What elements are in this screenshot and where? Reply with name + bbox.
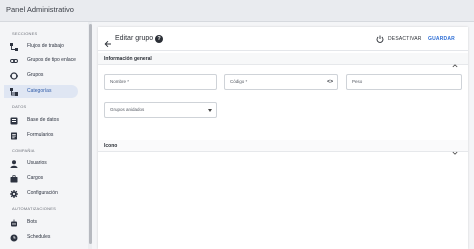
app-header: Panel Administrativo bbox=[0, 0, 474, 22]
dropdown-arrow-icon bbox=[208, 109, 212, 112]
codigo-field[interactable]: Código * <> bbox=[224, 74, 338, 90]
edit-group-panel: Editar grupo ? DESACTIVAR GUARDAR Inform… bbox=[98, 27, 468, 249]
sidebar-item-label: Configuración bbox=[27, 190, 58, 196]
clock-icon bbox=[10, 234, 18, 242]
codigo-placeholder: Código * bbox=[230, 79, 248, 84]
workflow-icon bbox=[10, 43, 18, 51]
grupos-anidados-select[interactable]: Grupos anidados bbox=[104, 102, 217, 118]
sidebar-item-label: Grupos de tipo enlace bbox=[27, 57, 76, 63]
section-label-secciones: SECCIONES bbox=[12, 31, 38, 36]
chevron-up-icon bbox=[452, 56, 458, 68]
icono-section-header[interactable]: Icono bbox=[98, 140, 468, 155]
sidebar-item-label: Usuarios bbox=[27, 160, 47, 166]
section-label-automatizaciones: AUTOMATIZACIONES bbox=[12, 206, 56, 211]
general-info-section-header[interactable]: Información general bbox=[98, 53, 468, 68]
sidebar-item-usuarios[interactable]: Usuarios bbox=[4, 157, 78, 170]
sidebar-item-formularios[interactable]: Formularios bbox=[4, 129, 78, 142]
sidebar-item-label: Flujos de trabajo bbox=[27, 43, 64, 49]
grupos-anidados-placeholder: Grupos anidados bbox=[110, 107, 145, 112]
peso-placeholder: Peso bbox=[352, 79, 363, 84]
code-icon[interactable]: <> bbox=[327, 79, 333, 85]
peso-field[interactable]: Peso bbox=[346, 74, 462, 90]
sidebar-item-label: Formularios bbox=[27, 132, 54, 138]
sidebar-item-grupos[interactable]: Grupos bbox=[4, 69, 78, 82]
nombre-placeholder: Nombre * bbox=[110, 79, 130, 84]
deactivate-label: DESACTIVAR bbox=[388, 36, 422, 42]
sidebar-item-label: Categorías bbox=[27, 88, 52, 94]
sidebar-item-base-datos[interactable]: Base de datos bbox=[4, 114, 78, 127]
section-title: Icono bbox=[104, 143, 118, 149]
badge-icon bbox=[10, 175, 18, 183]
sidebar-item-cargos[interactable]: Cargos bbox=[4, 172, 78, 185]
sidebar-item-label: Base de datos bbox=[27, 117, 59, 123]
sidebar-item-configuracion[interactable]: Configuración bbox=[4, 187, 78, 200]
deactivate-button[interactable]: DESACTIVAR bbox=[376, 33, 422, 45]
link-icon bbox=[10, 57, 18, 65]
section-title: Información general bbox=[104, 56, 152, 62]
sidebar-item-label: Bots bbox=[27, 219, 38, 225]
bot-icon bbox=[10, 219, 18, 227]
user-icon bbox=[10, 160, 18, 168]
section-label-datos: DATOS bbox=[12, 104, 27, 109]
category-icon bbox=[10, 88, 18, 96]
sidebar-item-categorias[interactable]: Categorías bbox=[4, 85, 78, 98]
gear-icon bbox=[10, 190, 18, 198]
sidebar-item-grupos-enlace[interactable]: Grupos de tipo enlace bbox=[4, 54, 78, 67]
form-icon bbox=[10, 132, 18, 140]
save-button[interactable]: GUARDAR bbox=[428, 33, 455, 45]
nombre-field[interactable]: Nombre * bbox=[104, 74, 217, 90]
help-icon[interactable]: ? bbox=[155, 35, 163, 43]
chevron-down-icon bbox=[452, 143, 458, 155]
sidebar-item-label: Cargos bbox=[27, 175, 44, 181]
database-icon bbox=[10, 117, 18, 125]
sidebar-item-flujos[interactable]: Flujos de trabajo bbox=[4, 40, 78, 53]
page-title: Editar grupo bbox=[115, 35, 154, 42]
panel-header: Editar grupo ? DESACTIVAR GUARDAR bbox=[98, 27, 468, 51]
sidebar-item-schedules[interactable]: Schedules bbox=[4, 231, 78, 244]
sidebar-item-label: Schedules bbox=[27, 234, 51, 240]
sidebar-item-bots[interactable]: Bots bbox=[4, 216, 78, 229]
group-icon bbox=[10, 72, 18, 80]
sidebar-item-label: Grupos bbox=[27, 72, 44, 78]
sidebar-scrollbar-thumb[interactable] bbox=[89, 24, 92, 244]
power-icon bbox=[376, 35, 384, 43]
back-arrow-icon[interactable] bbox=[104, 35, 112, 48]
app-title: Panel Administrativo bbox=[6, 5, 74, 14]
section-label-compania: COMPAÑIA bbox=[12, 148, 35, 153]
